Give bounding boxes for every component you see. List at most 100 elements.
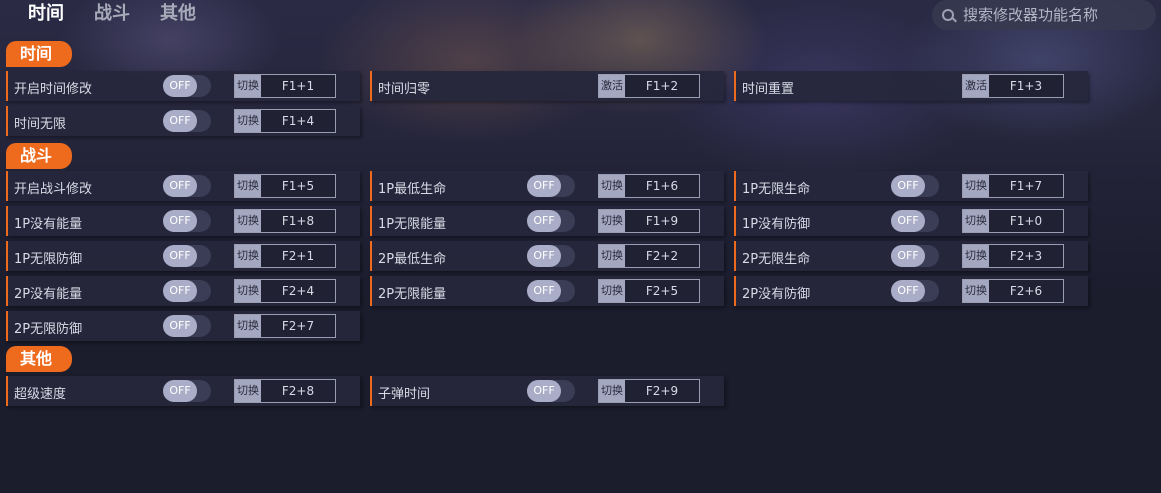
cheat-label: 1P没有能量 (14, 217, 83, 232)
toggle-switch[interactable]: OFF (527, 210, 575, 232)
hotkey-action: 切换 (963, 210, 989, 232)
hotkey-binding[interactable]: 切换 F2+1 (234, 244, 336, 268)
hotkey-action: 切换 (963, 280, 989, 302)
cheat-row: 超级速度 OFF 切换 F2+8 (6, 376, 360, 406)
section-title-time: 时间 (6, 41, 72, 67)
toggle-switch[interactable]: OFF (163, 210, 211, 232)
hotkey-action: 切换 (235, 245, 261, 267)
hotkey-binding[interactable]: 切换 F1+1 (234, 74, 336, 98)
hotkey-binding[interactable]: 切换 F1+0 (962, 209, 1064, 233)
toggle-switch[interactable]: OFF (163, 280, 211, 302)
search-icon (942, 9, 954, 21)
hotkey-key: F1+8 (261, 210, 335, 232)
toggle-switch[interactable]: OFF (891, 210, 939, 232)
hotkey-key: F2+5 (625, 280, 699, 302)
cheat-label: 开启战斗修改 (14, 182, 93, 197)
hotkey-binding[interactable]: 切换 F1+4 (234, 109, 336, 133)
hotkey-binding[interactable]: 切换 F2+8 (234, 379, 336, 403)
toggle-state: OFF (891, 280, 925, 302)
hotkey-key: F1+5 (261, 175, 335, 197)
toggle-switch[interactable]: OFF (163, 75, 211, 97)
cheat-row: 1P无限能量 OFF 切换 F1+9 (370, 206, 724, 236)
hotkey-action: 切换 (599, 280, 625, 302)
toggle-state: OFF (527, 210, 561, 232)
hotkey-binding[interactable]: 切换 F1+9 (598, 209, 700, 233)
hotkey-action: 切换 (599, 245, 625, 267)
toggle-switch[interactable]: OFF (527, 280, 575, 302)
hotkey-action: 切换 (235, 210, 261, 232)
cheat-row: 2P没有能量 OFF 切换 F2+4 (6, 276, 360, 306)
cheat-label: 2P无限防御 (14, 322, 83, 337)
hotkey-binding[interactable]: 切换 F2+9 (598, 379, 700, 403)
toggle-state: OFF (527, 380, 561, 402)
cheat-label: 时间归零 (378, 82, 431, 97)
hotkey-binding[interactable]: 切换 F2+3 (962, 244, 1064, 268)
toggle-switch[interactable]: OFF (163, 380, 211, 402)
tab-battle[interactable]: 战斗 (94, 2, 130, 26)
cheat-label: 1P无限能量 (378, 217, 447, 232)
toggle-switch[interactable]: OFF (527, 175, 575, 197)
search-box[interactable] (932, 0, 1156, 30)
cheat-label: 开启时间修改 (14, 82, 93, 97)
cheat-label: 时间无限 (14, 117, 67, 132)
toggle-state: OFF (163, 245, 197, 267)
hotkey-key: F2+2 (625, 245, 699, 267)
tab-time[interactable]: 时间 (28, 2, 64, 26)
hotkey-binding[interactable]: 激活 F1+2 (598, 74, 700, 98)
cheat-row: 2P最低生命 OFF 切换 F2+2 (370, 241, 724, 271)
toggle-state: OFF (527, 175, 561, 197)
hotkey-key: F2+1 (261, 245, 335, 267)
toggle-switch[interactable]: OFF (527, 245, 575, 267)
hotkey-binding[interactable]: 激活 F1+3 (962, 74, 1064, 98)
hotkey-binding[interactable]: 切换 F1+7 (962, 174, 1064, 198)
hotkey-action: 激活 (963, 75, 989, 97)
toggle-switch[interactable]: OFF (163, 110, 211, 132)
cheat-row: 2P无限生命 OFF 切换 F2+3 (734, 241, 1088, 271)
toggle-switch[interactable]: OFF (163, 315, 211, 337)
toggle-switch[interactable]: OFF (891, 245, 939, 267)
cheat-row: 2P没有防御 OFF 切换 F2+6 (734, 276, 1088, 306)
hotkey-binding[interactable]: 切换 F1+6 (598, 174, 700, 198)
toggle-switch[interactable]: OFF (163, 245, 211, 267)
hotkey-binding[interactable]: 切换 F2+5 (598, 279, 700, 303)
cheat-row: 时间无限 OFF 切换 F1+4 (6, 106, 360, 136)
hotkey-binding[interactable]: 切换 F2+7 (234, 314, 336, 338)
hotkey-action: 切换 (963, 175, 989, 197)
toggle-switch[interactable]: OFF (891, 175, 939, 197)
hotkey-action: 激活 (599, 75, 625, 97)
search-input[interactable] (963, 6, 1143, 24)
hotkey-key: F1+9 (625, 210, 699, 232)
hotkey-action: 切换 (963, 245, 989, 267)
cheat-label: 2P没有防御 (742, 287, 811, 302)
toggle-state: OFF (163, 175, 197, 197)
hotkey-key: F2+7 (261, 315, 335, 337)
hotkey-action: 切换 (235, 315, 261, 337)
cheat-row: 1P最低生命 OFF 切换 F1+6 (370, 171, 724, 201)
cheat-row: 开启时间修改 OFF 切换 F1+1 (6, 71, 360, 101)
hotkey-action: 切换 (235, 75, 261, 97)
cheat-label: 子弹时间 (378, 387, 431, 402)
toggle-state: OFF (527, 245, 561, 267)
hotkey-action: 切换 (235, 280, 261, 302)
cheat-label: 2P最低生命 (378, 252, 447, 267)
hotkey-action: 切换 (599, 210, 625, 232)
hotkey-binding[interactable]: 切换 F1+5 (234, 174, 336, 198)
cheat-label: 1P无限防御 (14, 252, 83, 267)
hotkey-binding[interactable]: 切换 F2+2 (598, 244, 700, 268)
cheat-label: 1P无限生命 (742, 182, 811, 197)
toggle-switch[interactable]: OFF (527, 380, 575, 402)
hotkey-binding[interactable]: 切换 F2+6 (962, 279, 1064, 303)
toggle-switch[interactable]: OFF (163, 175, 211, 197)
hotkey-binding[interactable]: 切换 F2+4 (234, 279, 336, 303)
tab-other[interactable]: 其他 (160, 2, 196, 26)
toggle-state: OFF (891, 245, 925, 267)
hotkey-binding[interactable]: 切换 F1+8 (234, 209, 336, 233)
toggle-switch[interactable]: OFF (891, 280, 939, 302)
hotkey-key: F2+9 (625, 380, 699, 402)
cheat-row: 2P无限防御 OFF 切换 F2+7 (6, 311, 360, 341)
cheat-row: 时间归零 激活 F1+2 (370, 71, 724, 101)
tab-bar: 时间 战斗 其他 (28, 2, 196, 26)
hotkey-action: 切换 (599, 380, 625, 402)
hotkey-key: F2+8 (261, 380, 335, 402)
trainer-app: 时间 战斗 其他 时间开启时间修改OFF切换F1+1时间归零激活F1+2时间重置… (0, 0, 1161, 493)
